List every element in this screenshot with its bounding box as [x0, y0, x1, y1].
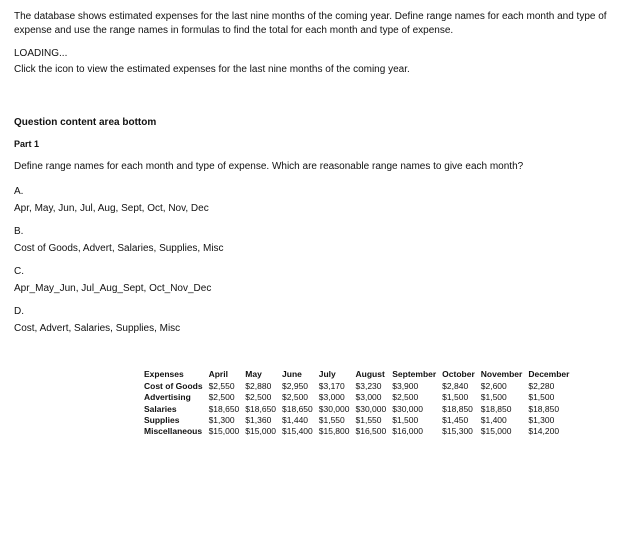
col-may: May	[245, 369, 282, 380]
option-d[interactable]: D. Cost, Advert, Salaries, Supplies, Mis…	[14, 305, 624, 335]
col-november: November	[481, 369, 529, 380]
intro-text: The database shows estimated expenses fo…	[14, 10, 624, 37]
cell: $1,500	[442, 392, 481, 403]
cell: $3,230	[356, 381, 393, 392]
expense-table-wrap: Expenses April May June July August Sept…	[144, 369, 624, 438]
expense-table: Expenses April May June July August Sept…	[144, 369, 575, 438]
cell: $30,000	[392, 404, 442, 415]
cell: $15,000	[245, 426, 282, 437]
cell: $2,950	[282, 381, 319, 392]
question-page: The database shows estimated expenses fo…	[0, 0, 638, 535]
cell: $3,900	[392, 381, 442, 392]
col-june: June	[282, 369, 319, 380]
cell: $3,000	[319, 392, 356, 403]
col-august: August	[356, 369, 393, 380]
option-d-letter: D.	[14, 305, 624, 319]
cell: $15,300	[442, 426, 481, 437]
cell: $16,000	[392, 426, 442, 437]
loading-subtext: Click the icon to view the estimated exp…	[14, 63, 624, 77]
cell: $18,650	[209, 404, 246, 415]
cell: $2,840	[442, 381, 481, 392]
cell: $2,550	[209, 381, 246, 392]
cell: $2,500	[392, 392, 442, 403]
cell: $1,300	[209, 415, 246, 426]
option-a-text: Apr, May, Jun, Jul, Aug, Sept, Oct, Nov,…	[14, 203, 209, 214]
cell: $15,800	[319, 426, 356, 437]
question-prompt: Define range names for each month and ty…	[14, 160, 624, 174]
cell: $2,280	[528, 381, 575, 392]
cell: $2,500	[282, 392, 319, 403]
table-row: Cost of Goods $2,550 $2,880 $2,950 $3,17…	[144, 381, 575, 392]
cell: $1,360	[245, 415, 282, 426]
option-d-text: Cost, Advert, Salaries, Supplies, Misc	[14, 323, 180, 334]
cell: $1,300	[528, 415, 575, 426]
option-a-letter: A.	[14, 185, 624, 199]
table-row: Miscellaneous $15,000 $15,000 $15,400 $1…	[144, 426, 575, 437]
section-title: Question content area bottom	[14, 116, 624, 130]
cell: $18,650	[245, 404, 282, 415]
option-b-text: Cost of Goods, Advert, Salaries, Supplie…	[14, 243, 224, 254]
cell: $1,500	[528, 392, 575, 403]
cell: $1,550	[319, 415, 356, 426]
row-label: Miscellaneous	[144, 426, 209, 437]
option-c[interactable]: C. Apr_May_Jun, Jul_Aug_Sept, Oct_Nov_De…	[14, 265, 624, 295]
cell: $1,440	[282, 415, 319, 426]
col-july: July	[319, 369, 356, 380]
table-header-row: Expenses April May June July August Sept…	[144, 369, 575, 380]
row-label: Advertising	[144, 392, 209, 403]
cell: $1,500	[392, 415, 442, 426]
cell: $30,000	[356, 404, 393, 415]
col-december: December	[528, 369, 575, 380]
option-c-letter: C.	[14, 265, 624, 279]
option-b[interactable]: B. Cost of Goods, Advert, Salaries, Supp…	[14, 225, 624, 255]
option-a[interactable]: A. Apr, May, Jun, Jul, Aug, Sept, Oct, N…	[14, 185, 624, 215]
cell: $3,000	[356, 392, 393, 403]
row-label: Salaries	[144, 404, 209, 415]
cell: $30,000	[319, 404, 356, 415]
cell: $2,500	[245, 392, 282, 403]
cell: $15,000	[481, 426, 529, 437]
cell: $18,850	[528, 404, 575, 415]
row-label: Supplies	[144, 415, 209, 426]
cell: $1,500	[481, 392, 529, 403]
cell: $2,500	[209, 392, 246, 403]
row-label: Cost of Goods	[144, 381, 209, 392]
cell: $18,850	[442, 404, 481, 415]
col-september: September	[392, 369, 442, 380]
option-b-letter: B.	[14, 225, 624, 239]
cell: $15,400	[282, 426, 319, 437]
table-row: Advertising $2,500 $2,500 $2,500 $3,000 …	[144, 392, 575, 403]
cell: $2,880	[245, 381, 282, 392]
cell: $18,650	[282, 404, 319, 415]
loading-label: LOADING...	[14, 47, 624, 61]
col-october: October	[442, 369, 481, 380]
cell: $15,000	[209, 426, 246, 437]
cell: $2,600	[481, 381, 529, 392]
cell: $16,500	[356, 426, 393, 437]
cell: $3,170	[319, 381, 356, 392]
col-expenses: Expenses	[144, 369, 209, 380]
cell: $1,550	[356, 415, 393, 426]
cell: $14,200	[528, 426, 575, 437]
cell: $1,450	[442, 415, 481, 426]
table-row: Salaries $18,650 $18,650 $18,650 $30,000…	[144, 404, 575, 415]
cell: $1,400	[481, 415, 529, 426]
cell: $18,850	[481, 404, 529, 415]
option-c-text: Apr_May_Jun, Jul_Aug_Sept, Oct_Nov_Dec	[14, 283, 211, 294]
table-body: Cost of Goods $2,550 $2,880 $2,950 $3,17…	[144, 381, 575, 438]
col-april: April	[209, 369, 246, 380]
table-row: Supplies $1,300 $1,360 $1,440 $1,550 $1,…	[144, 415, 575, 426]
part-label: Part 1	[14, 138, 624, 150]
